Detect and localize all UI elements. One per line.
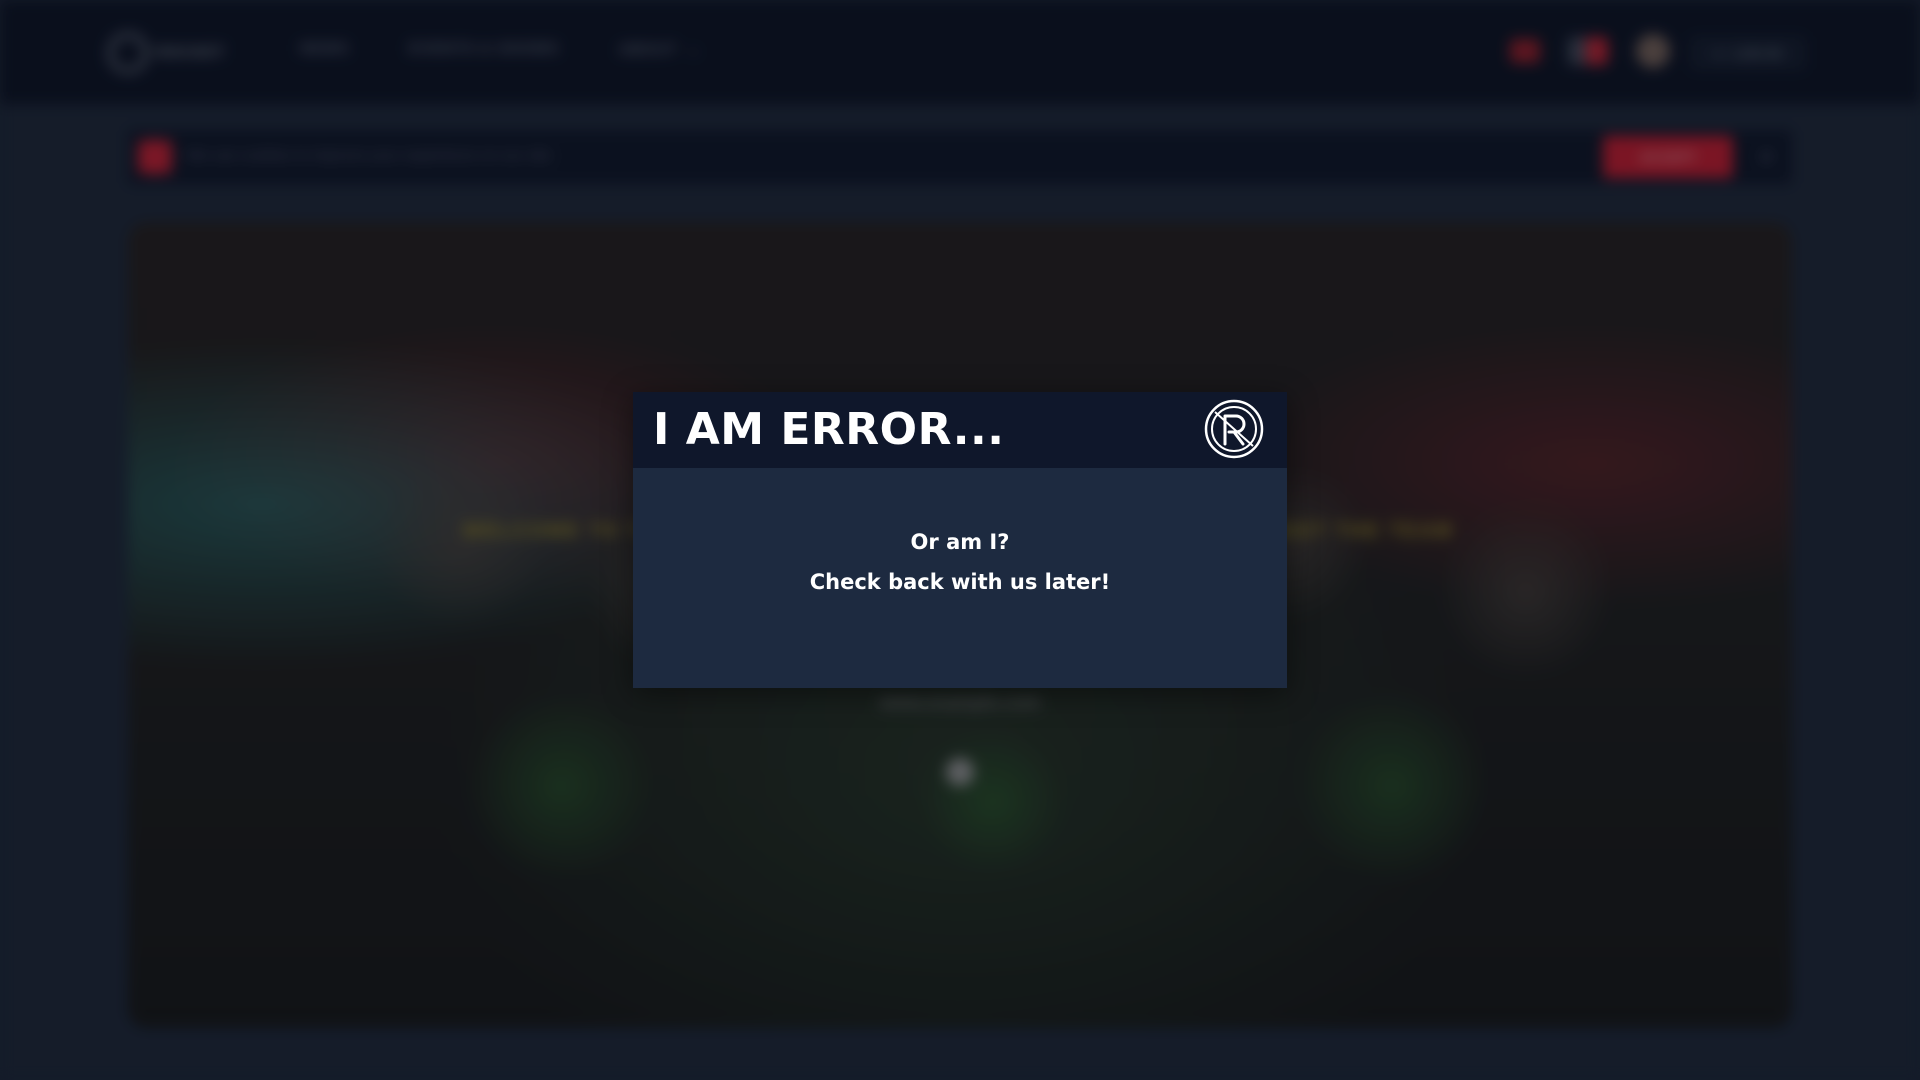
modal-message-check-back: Check back with us later! [809,570,1111,594]
circled-r-logo-icon [1204,399,1264,459]
modal-title: I AM ERROR... [653,404,1005,455]
modal-body: Or am I? Check back with us later! [633,468,1287,688]
error-modal: I AM ERROR... Or am I? Check back with u… [633,392,1287,688]
modal-header: I AM ERROR... [633,392,1287,468]
modal-message-question: Or am I? [910,530,1010,554]
